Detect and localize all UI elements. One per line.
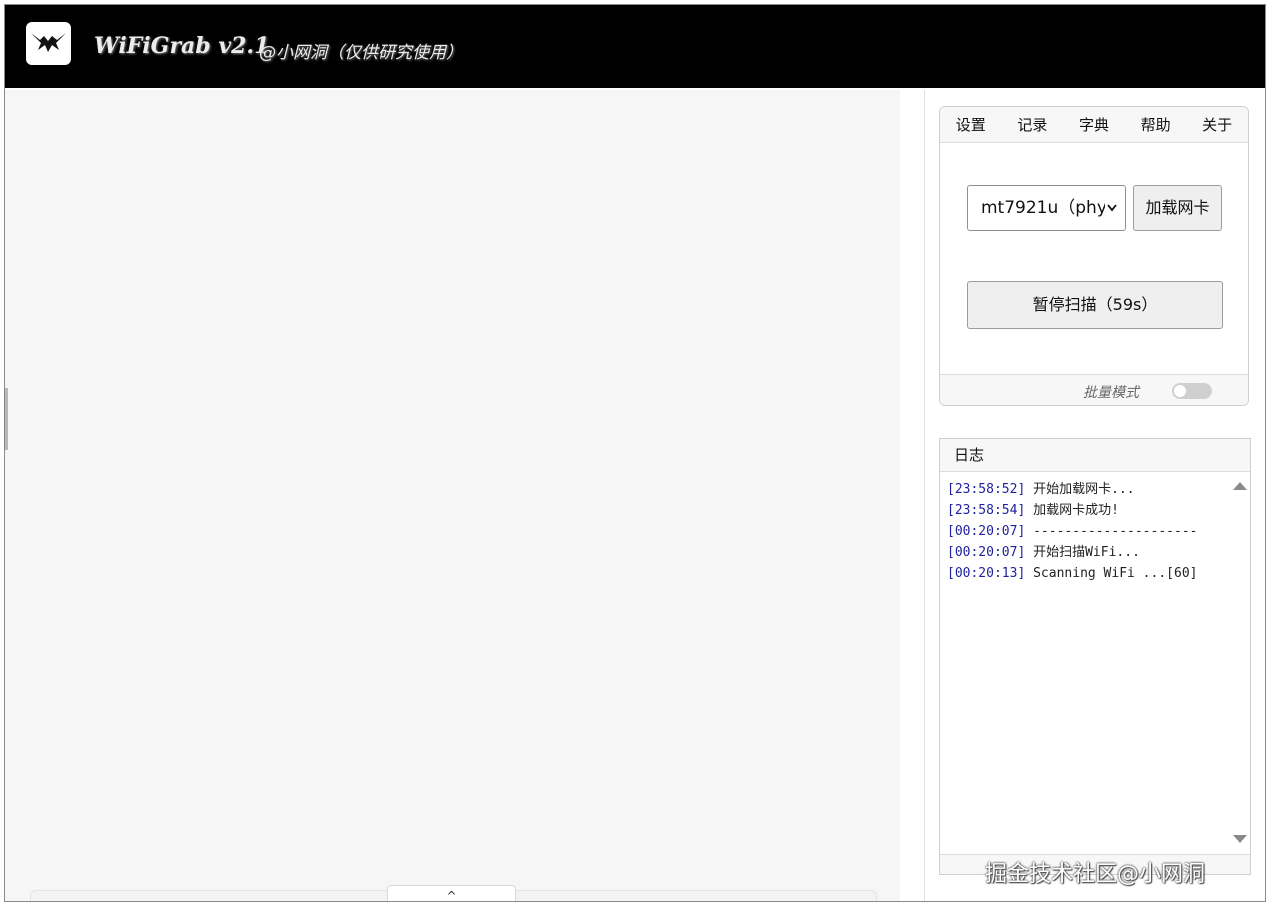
- menu-item-help[interactable]: 帮助: [1141, 114, 1171, 135]
- menu-item-about[interactable]: 关于: [1202, 114, 1232, 135]
- load-nic-button[interactable]: 加载网卡: [1133, 185, 1222, 231]
- batch-mode-label: 批量模式: [1083, 385, 1139, 401]
- bottom-panel-toggle[interactable]: ^: [387, 885, 516, 901]
- chevron-down-icon: [1105, 186, 1119, 230]
- menu-item-settings[interactable]: 设置: [956, 114, 986, 135]
- watermark: 掘金技术社区@小网洞: [985, 862, 1206, 887]
- log-line: [23:58:54] 加载网卡成功!: [947, 503, 1119, 518]
- log-panel: 日志 [23:58:52] 开始加载网卡... [23:58:54] 加载网卡成…: [939, 438, 1251, 875]
- app-title: WiFiGrab v2.1: [94, 33, 270, 59]
- wifi-list-area: ^: [5, 90, 900, 901]
- log-line: [00:20:13] Scanning WiFi ...[60]: [947, 566, 1198, 581]
- app-subtitle: @小网洞（仅供研究使用）: [259, 43, 463, 63]
- app-window: WiFiGrab v2.1 @小网洞（仅供研究使用） ^ 设置 记录 字典 帮助…: [4, 4, 1266, 902]
- pause-scan-button[interactable]: 暂停扫描（59s）: [967, 281, 1223, 329]
- log-line: [00:20:07] ---------------------: [947, 524, 1198, 539]
- menu-item-records[interactable]: 记录: [1017, 114, 1047, 135]
- control-panel: 设置 记录 字典 帮助 关于 mt7921u（phy 加载网卡 暂停扫描（59s…: [939, 106, 1249, 406]
- scroll-up-icon[interactable]: [1233, 482, 1247, 490]
- nic-select[interactable]: mt7921u（phy: [967, 185, 1126, 231]
- nic-select-value: mt7921u（phy: [981, 198, 1107, 218]
- log-title: 日志: [940, 439, 1250, 472]
- app-header: WiFiGrab v2.1 @小网洞（仅供研究使用）: [5, 5, 1265, 88]
- batch-mode-bar: 批量模式: [940, 374, 1248, 405]
- log-line: [23:58:52] 开始加载网卡...: [947, 482, 1135, 497]
- log-line: [00:20:07] 开始扫描WiFi...: [947, 545, 1140, 560]
- right-sidebar: 设置 记录 字典 帮助 关于 mt7921u（phy 加载网卡 暂停扫描（59s…: [924, 90, 1265, 901]
- toggle-knob: [1174, 385, 1186, 397]
- menu-item-dictionary[interactable]: 字典: [1079, 114, 1109, 135]
- log-output[interactable]: [23:58:52] 开始加载网卡... [23:58:54] 加载网卡成功! …: [940, 472, 1250, 858]
- bat-logo-icon: [26, 22, 71, 65]
- left-edge-handle[interactable]: [5, 388, 8, 450]
- batch-mode-toggle[interactable]: [1172, 383, 1212, 399]
- top-menu: 设置 记录 字典 帮助 关于: [940, 107, 1248, 143]
- scroll-down-icon[interactable]: [1233, 835, 1247, 843]
